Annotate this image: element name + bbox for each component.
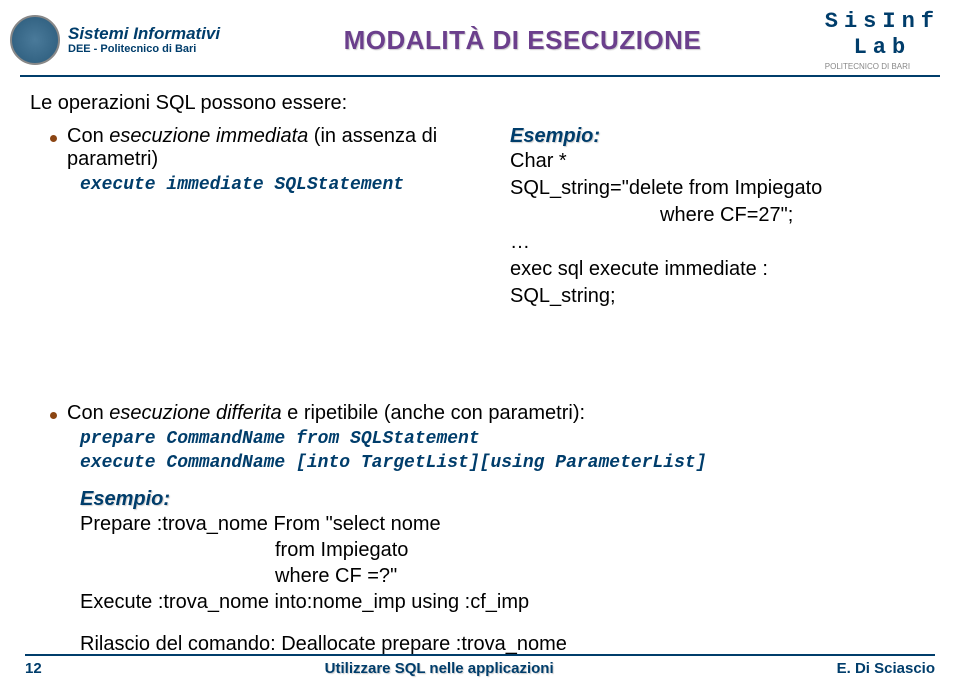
- row-1: Con esecuzione immediata (in assenza di …: [30, 125, 930, 310]
- ex2-l4: Execute :trova_nome into:nome_imp using …: [80, 589, 930, 615]
- header-right: SisInf Lab POLITECNICO DI BARI: [825, 9, 940, 71]
- release-command: Rilascio del comando: Deallocate prepare…: [80, 633, 930, 656]
- bullet2-em: esecuzione differita: [109, 402, 281, 424]
- code-execute: execute CommandName [into TargetList][us…: [80, 453, 930, 473]
- bullet-2: Con esecuzione differita e ripetibile (a…: [50, 402, 930, 425]
- header-left: Sistemi Informativi DEE - Politecnico di…: [10, 15, 220, 65]
- ex2-l3a: where CF =?: [275, 565, 390, 587]
- bullet-icon: [50, 135, 57, 142]
- politecnico-text: POLITECNICO DI BARI: [825, 62, 910, 72]
- slide-header: Sistemi Informativi DEE - Politecnico di…: [0, 0, 960, 75]
- bullet-2-text: Con esecuzione differita e ripetibile (a…: [67, 402, 585, 425]
- example-1-label: Esempio:: [510, 125, 930, 148]
- ex1-l3a: where CF=27: [660, 204, 781, 226]
- ex1-l1: Char *: [510, 148, 930, 175]
- lab-text: Lab: [825, 35, 940, 61]
- open-quote-icon: ": [326, 513, 333, 535]
- slide-content: Le operazioni SQL possono essere: Con es…: [0, 77, 960, 656]
- example-2: Esempio: Prepare :trova_nome From "selec…: [80, 488, 930, 656]
- left-column-1: Con esecuzione immediata (in assenza di …: [30, 125, 510, 201]
- ex1-l3: where CF=27";: [660, 202, 930, 229]
- footer-row: 12 Utilizzare SQL nelle applicazioni E. …: [25, 660, 935, 677]
- ex1-l2: SQL_string="delete from Impiegato: [510, 175, 930, 202]
- footer-divider: [25, 654, 935, 656]
- example-1-body: Char * SQL_string="delete from Impiegato…: [510, 148, 930, 310]
- ex1-l5: exec sql execute immediate :: [510, 256, 930, 283]
- bullet-icon: [50, 412, 57, 419]
- ex2-l1a: Prepare :trova_nome From: [80, 513, 326, 535]
- uni-subtitle: DEE - Politecnico di Bari: [68, 43, 220, 55]
- close-quote-icon: ": [781, 204, 788, 226]
- close-quote-icon: ": [390, 565, 397, 587]
- ex1-l4: …: [510, 229, 930, 256]
- footer-author: E. Di Sciascio: [837, 660, 935, 677]
- uni-text-block: Sistemi Informativi DEE - Politecnico di…: [68, 25, 220, 56]
- ex2-l2: from Impiegato: [80, 537, 930, 563]
- ex1-l6: SQL_string;: [510, 283, 930, 310]
- example-2-label: Esempio:: [80, 488, 930, 511]
- page-number: 12: [25, 660, 42, 677]
- ex2-l3: where CF =?": [80, 563, 930, 589]
- slide-footer: 12 Utilizzare SQL nelle applicazioni E. …: [0, 654, 960, 677]
- ex1-l2b: delete from Impiegato: [629, 177, 822, 199]
- politecnico-label: POLITECNICO DI BARI: [825, 62, 940, 72]
- slide-title: MODALITÀ DI ESECUZIONE: [344, 25, 702, 56]
- sisinf-logo-text: SisInf: [825, 9, 940, 35]
- code-prepare: prepare CommandName from SQLStatement: [80, 429, 930, 449]
- code-immediate: execute immediate SQLStatement: [80, 175, 510, 195]
- example-2-body: Prepare :trova_nome From "select nome fr…: [80, 511, 930, 615]
- section-2: Con esecuzione differita e ripetibile (a…: [30, 402, 930, 473]
- bullet2-post: e ripetibile (anche con parametri):: [282, 402, 585, 424]
- ex1-l3b: ;: [788, 204, 794, 226]
- open-quote-icon: ": [622, 177, 629, 199]
- bullet1-em: esecuzione immediata: [109, 125, 308, 147]
- right-column-1: Esempio: Char * SQL_string="delete from …: [510, 125, 930, 310]
- ex2-l1b: select nome: [333, 513, 441, 535]
- bullet-1-text: Con esecuzione immediata (in assenza di …: [67, 125, 510, 171]
- ex2-l1: Prepare :trova_nome From "select nome: [80, 511, 930, 537]
- university-logo: [10, 15, 60, 65]
- footer-title: Utilizzare SQL nelle applicazioni: [325, 660, 554, 677]
- ex1-l2a: SQL_string=: [510, 177, 622, 199]
- uni-title: Sistemi Informativi: [68, 25, 220, 44]
- bullet1-pre: Con: [67, 125, 109, 147]
- bullet-1: Con esecuzione immediata (in assenza di …: [50, 125, 510, 171]
- intro-text: Le operazioni SQL possono essere:: [30, 92, 930, 115]
- bullet2-pre: Con: [67, 402, 109, 424]
